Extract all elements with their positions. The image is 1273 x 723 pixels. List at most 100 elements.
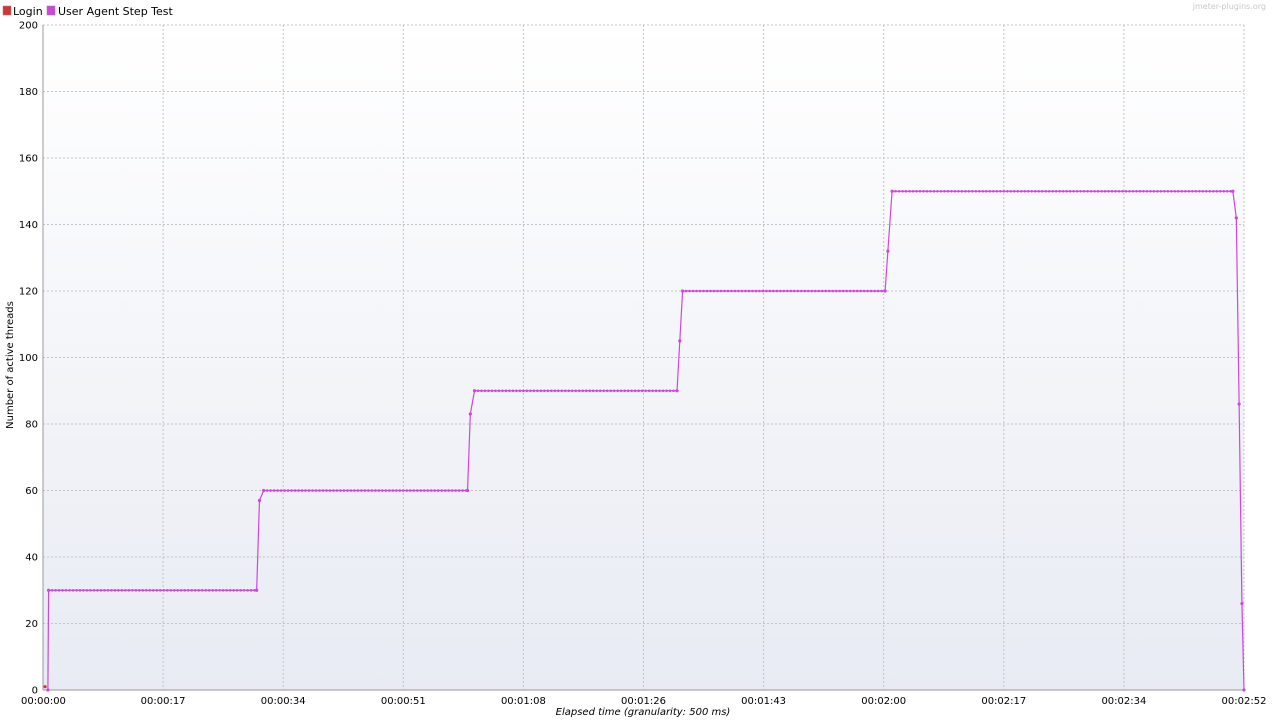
data-point-user-agent-step-test — [321, 489, 325, 492]
data-point-user-agent-step-test — [995, 189, 999, 193]
data-point-user-agent-step-test — [99, 588, 103, 592]
data-point-user-agent-step-test — [412, 489, 416, 492]
data-point-user-agent-step-test — [661, 389, 665, 393]
data-point-user-agent-step-test — [845, 289, 848, 293]
data-point-user-agent-step-test — [356, 489, 360, 492]
data-point-user-agent-step-test — [876, 289, 880, 293]
data-point-user-agent-step-test — [395, 489, 398, 492]
data-point-user-agent-step-test — [950, 189, 953, 193]
data-point-user-agent-step-test — [1065, 189, 1068, 193]
y-tick-label: 200 — [19, 21, 38, 32]
data-point-user-agent-step-test — [265, 489, 269, 492]
data-point-user-agent-step-test — [1023, 189, 1027, 193]
data-point-user-agent-step-test — [1089, 189, 1093, 193]
data-point-user-agent-step-test — [612, 389, 616, 393]
data-point-user-agent-step-test — [71, 588, 75, 592]
data-point-user-agent-step-test — [257, 498, 262, 503]
data-point-user-agent-step-test — [584, 389, 588, 393]
data-point-user-agent-step-test — [318, 489, 321, 492]
data-point-user-agent-step-test — [110, 588, 113, 592]
data-point-user-agent-step-test — [595, 389, 599, 393]
data-point-user-agent-step-test — [398, 489, 402, 492]
chart-container: 0 20 40 60 80 100 120 140 160 180 200 00:00:00 00:00… — [0, 0, 1273, 723]
data-point-user-agent-step-test — [936, 189, 939, 193]
data-point-user-agent-step-test — [873, 289, 876, 293]
data-point-user-agent-step-test — [494, 389, 497, 393]
data-point-user-agent-step-test — [1128, 189, 1131, 193]
data-point-user-agent-step-test — [450, 489, 454, 492]
data-point-user-agent-step-test — [515, 389, 518, 393]
data-point-user-agent-step-test — [204, 588, 207, 592]
data-point-user-agent-step-test — [581, 389, 585, 393]
data-point-user-agent-step-test — [1068, 189, 1072, 193]
data-point-user-agent-step-test — [426, 489, 430, 492]
data-point-user-agent-step-test — [588, 389, 592, 393]
data-point-user-agent-step-test — [981, 189, 985, 193]
data-point-user-agent-step-test — [712, 289, 716, 293]
data-point-user-agent-step-test — [148, 588, 152, 592]
data-point-user-agent-step-test — [960, 189, 964, 193]
data-point-user-agent-step-test — [810, 289, 814, 293]
y-tick-label: 0 — [32, 686, 38, 697]
data-point-user-agent-step-test — [546, 389, 550, 393]
data-point-user-agent-step-test — [897, 189, 901, 193]
data-point-user-agent-step-test — [304, 489, 307, 492]
data-point-user-agent-step-test — [64, 588, 68, 592]
data-point-user-agent-step-test — [335, 489, 339, 492]
data-point-user-agent-step-test — [155, 588, 159, 592]
data-point-user-agent-step-test — [848, 289, 852, 293]
data-point-user-agent-step-test — [806, 289, 810, 293]
data-point-user-agent-step-test — [169, 588, 173, 592]
data-point-user-agent-step-test — [668, 389, 672, 393]
data-point-user-agent-step-test — [138, 588, 141, 592]
data-point-user-agent-step-test — [564, 389, 567, 393]
data-point-user-agent-step-test — [918, 189, 922, 193]
y-axis-title: Number of active threads — [5, 301, 16, 429]
data-point-user-agent-step-test — [702, 289, 705, 293]
data-point-user-agent-step-test — [647, 389, 651, 393]
data-point-user-agent-step-test — [901, 189, 904, 193]
data-point-user-agent-step-test — [332, 489, 335, 492]
data-point-user-agent-step-test — [1026, 189, 1030, 193]
y-tick-label: 160 — [19, 154, 38, 165]
data-point-user-agent-step-test — [239, 588, 242, 592]
y-tick-label: 20 — [25, 619, 38, 630]
data-point-user-agent-step-test — [817, 289, 821, 293]
legend-label-user-agent-step-test: User Agent Step Test — [58, 5, 174, 18]
data-point-user-agent-step-test — [307, 489, 311, 492]
x-tick-label: 00:02:52 — [1222, 696, 1267, 707]
data-point-user-agent-step-test — [408, 489, 412, 492]
data-point-user-agent-step-test — [272, 489, 276, 492]
data-point-user-agent-step-test — [353, 489, 356, 492]
chart-svg: 0 20 40 60 80 100 120 140 160 180 200 00:00:00 00:00… — [2, 2, 1267, 718]
data-point-user-agent-step-test — [214, 588, 218, 592]
data-point-user-agent-step-test — [834, 289, 838, 293]
data-point-user-agent-step-test — [855, 289, 859, 293]
data-point-user-agent-step-test — [1114, 189, 1117, 193]
data-point-user-agent-step-test — [1234, 216, 1238, 220]
data-point-user-agent-step-test — [665, 389, 668, 393]
data-point-user-agent-step-test — [172, 588, 176, 592]
data-point-user-agent-step-test — [179, 588, 183, 592]
data-point-user-agent-step-test — [678, 339, 682, 343]
data-point-user-agent-step-test — [522, 389, 525, 393]
data-point-user-agent-step-test — [761, 289, 765, 293]
data-point-user-agent-step-test — [598, 389, 602, 393]
data-point-user-agent-step-test — [1033, 189, 1037, 193]
data-point-user-agent-step-test — [793, 289, 796, 293]
data-point-user-agent-step-test — [57, 588, 61, 592]
x-tick-label: 00:01:26 — [621, 696, 666, 707]
data-point-user-agent-step-test — [1054, 189, 1058, 193]
data-point-user-agent-step-test — [1242, 688, 1246, 692]
data-point-user-agent-step-test — [719, 289, 723, 293]
data-point-user-agent-step-test — [61, 588, 64, 592]
data-point-user-agent-step-test — [619, 389, 623, 393]
x-tick-label: 00:01:08 — [501, 696, 546, 707]
data-point-user-agent-step-test — [723, 289, 726, 293]
data-point-user-agent-step-test — [1208, 189, 1212, 193]
data-point-user-agent-step-test — [152, 588, 155, 592]
data-point-user-agent-step-test — [349, 489, 353, 492]
data-point-user-agent-step-test — [782, 289, 786, 293]
data-point-user-agent-step-test — [688, 289, 691, 293]
data-point-user-agent-step-test — [574, 389, 578, 393]
